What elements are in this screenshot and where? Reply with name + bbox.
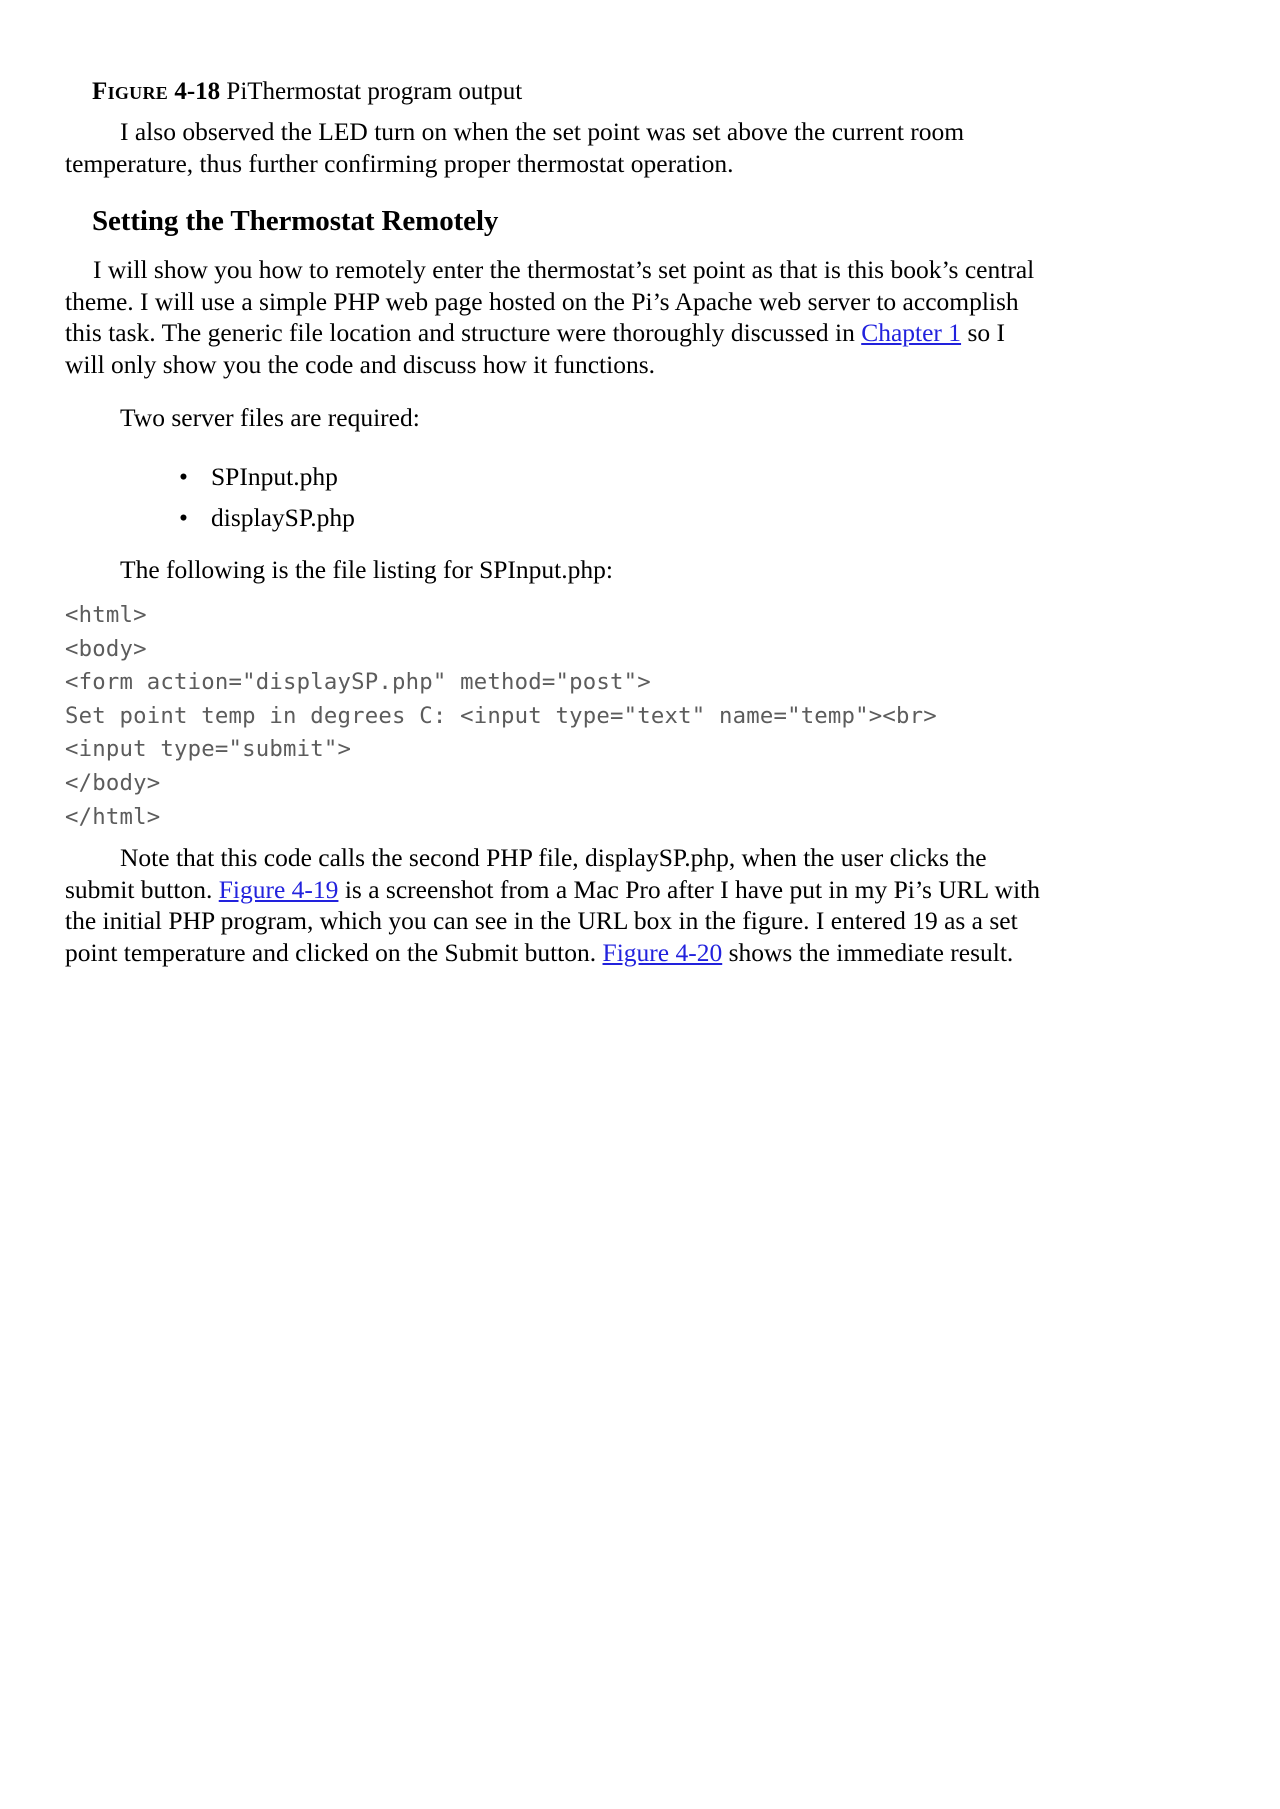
lead-in-two-server-files: Two server files are required:: [120, 403, 420, 432]
figure-caption: Figure 4-18 PiThermostat program output: [92, 76, 1045, 108]
paragraph-led-observation: I also observed the LED turn on when the…: [65, 117, 965, 178]
paragraph-intro: I will show you how to remotely enter th…: [65, 254, 1045, 380]
code-listing-spinput-php: <html> <body> <form action="displaySP.ph…: [65, 602, 937, 830]
link-figure-4-19[interactable]: Figure 4-19: [219, 875, 339, 904]
figure-caption-text: PiThermostat program output: [220, 78, 523, 105]
list-item: • SPInput.php: [179, 456, 1045, 497]
paragraph-note-part3: shows the immediate result.: [722, 937, 1014, 967]
list-item-label: SPInput.php: [211, 461, 338, 491]
paragraph-note: Note that this code calls the second PHP…: [65, 842, 1045, 968]
page-content: Figure 4-18 PiThermostat program output …: [65, 76, 1045, 968]
list-item-label: displaySP.php: [211, 502, 355, 532]
lead-in-file-listing: The following is the file listing for SP…: [120, 554, 613, 584]
list-item: • displaySP.php: [179, 497, 1045, 538]
document-page: Figure 4-18 PiThermostat program output …: [0, 0, 1280, 1809]
server-file-list: • SPInput.php • displaySP.php: [65, 456, 1045, 538]
figure-caption-label: Figure: [92, 78, 169, 105]
bullet-icon: •: [179, 502, 188, 532]
bullet-icon: •: [179, 461, 188, 491]
link-figure-4-20[interactable]: Figure 4-20: [603, 938, 723, 967]
section-heading-setting-thermostat-remotely: Setting the Thermostat Remotely: [92, 205, 499, 237]
figure-caption-number: 4-18: [174, 78, 221, 105]
link-chapter-1[interactable]: Chapter 1: [861, 318, 961, 347]
